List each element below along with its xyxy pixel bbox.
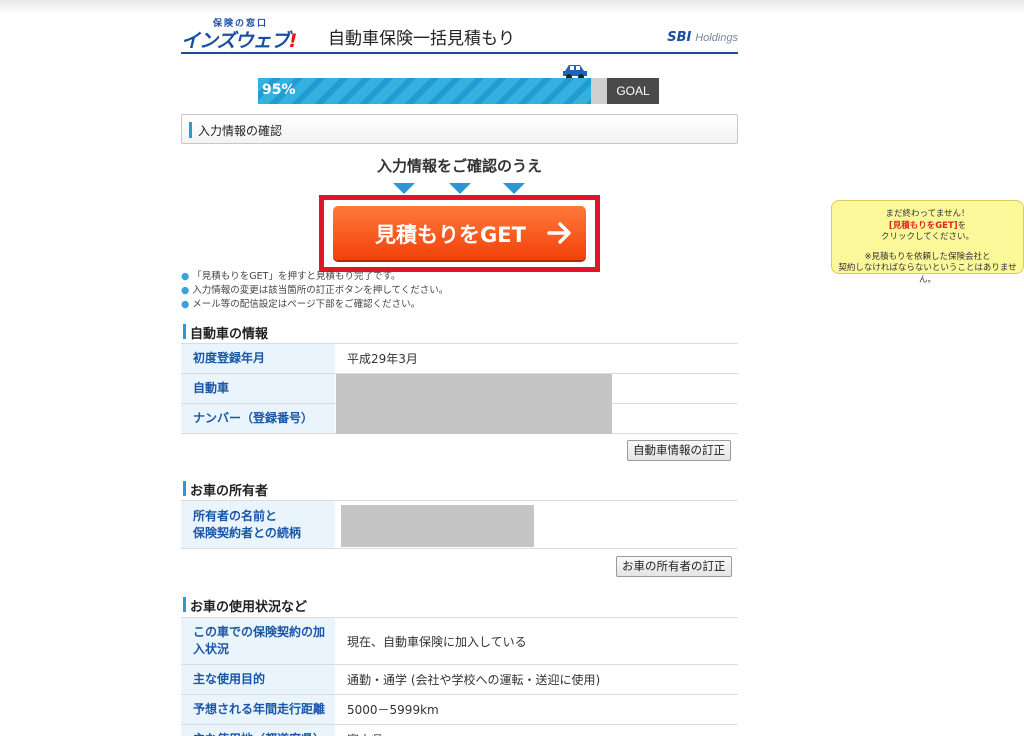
insweb-logo[interactable]: 保険の窓口 インズウェブ! — [181, 14, 301, 53]
row-label: 所有者の名前と 保険契約者との続柄 — [181, 500, 335, 549]
edit-car-info-button[interactable]: 自動車情報の訂正 — [627, 440, 731, 461]
get-quote-button[interactable]: 見積もりをGET — [333, 206, 586, 260]
sbi-holdings-text: Holdings — [695, 32, 738, 44]
usage-section-title: お車の使用状況など — [181, 595, 738, 615]
row-label: ナンバー（登録番号） — [181, 403, 335, 434]
down-arrow-icon — [393, 183, 415, 194]
site-header: 保険の窓口 インズウェブ! 自動車保険一括見積もり SBI Holdings — [181, 14, 738, 54]
row-label: この車での保険契約の加 入状況 — [181, 617, 335, 665]
browser-top-strip — [0, 0, 1024, 12]
section-marker — [183, 597, 186, 612]
progress-goal-label: GOAL — [607, 78, 659, 104]
bullet-icon: ● — [181, 285, 190, 296]
sbi-holdings-logo: SBI Holdings — [667, 30, 738, 45]
logo-name: インズウェブ — [181, 30, 290, 52]
down-arrow-icon — [503, 183, 525, 194]
confirm-prompt: 入力情報をご確認のうえ — [376, 157, 542, 175]
row-value: 5000－5999km — [335, 694, 738, 725]
progress-percent: 95% — [262, 82, 296, 98]
edit-owner-button[interactable]: お車の所有者の訂正 — [616, 556, 732, 577]
confirm-notes: ● 「見積もりをGET」を押すと見積もり完了です。 ● 入力情報の変更は該当箇所の訂… — [181, 270, 448, 312]
logo-exclamation: ! — [288, 30, 298, 52]
progress-bar-fill — [258, 78, 591, 104]
owner-section-title: お車の所有者 — [181, 479, 738, 499]
down-arrow-icon — [449, 183, 471, 194]
tooltip-highlight: [見積もりをGET] — [888, 220, 958, 231]
logo-text: インズウェブ! — [181, 26, 298, 53]
row-value: 平成29年3月 — [335, 343, 738, 374]
table-row: 主な使用目的 通勤・通学 (会社や学校への運転・送迎に使用) — [181, 664, 738, 695]
section-marker — [189, 122, 192, 138]
table-row: 初度登録年月 平成29年3月 — [181, 343, 738, 374]
sbi-mark: SBI — [667, 30, 692, 45]
get-quote-label: 見積もりをGET — [375, 223, 526, 247]
note-item: ● メール等の配信設定はページ下部をご確認ください。 — [181, 299, 421, 310]
row-value: 通勤・通学 (会社や学校への運転・送迎に使用) — [335, 664, 738, 695]
table-row: 予想される年間走行距離 5000－5999km — [181, 694, 738, 725]
section-marker — [183, 481, 186, 496]
redacted-block — [336, 374, 612, 434]
table-row: この車での保険契約の加 入状況 現在、自動車保険に加入している — [181, 617, 738, 665]
bullet-icon: ● — [181, 271, 190, 282]
usage-info-table: この車での保険契約の加 入状況 現在、自動車保険に加入している 主な使用目的 通… — [181, 617, 738, 736]
confirm-section-title: 入力情報の確認 — [198, 124, 283, 138]
note-item: ● 入力情報の変更は該当箇所の訂正ボタンを押してください。 — [181, 285, 449, 296]
confirm-section-header: 入力情報の確認 — [181, 114, 738, 144]
row-label: 自動車 — [181, 373, 335, 404]
row-label: 主な使用目的 — [181, 664, 335, 695]
redacted-block — [341, 505, 534, 547]
row-value: 現在、自動車保険に加入している — [335, 617, 738, 665]
page-title: 自動車保険一括見積もり — [328, 29, 515, 49]
arrow-right-icon — [547, 222, 571, 244]
note-item: ● 「見積もりをGET」を押すと見積もり完了です。 — [181, 271, 401, 282]
table-row: 主な使用地（都道府県） 富山県 — [181, 724, 738, 736]
bullet-icon: ● — [181, 299, 190, 310]
row-value: 富山県 — [335, 724, 738, 736]
section-marker — [183, 324, 186, 339]
row-label: 主な使用地（都道府県） — [181, 724, 335, 736]
down-arrows — [393, 183, 527, 195]
row-label: 予想される年間走行距離 — [181, 694, 335, 725]
reminder-tooltip: まだ終わってません！ [見積もりをGET]を クリックしてください。 ※見積もり… — [831, 200, 1024, 285]
progress-bar: 95% — [258, 78, 608, 104]
car-info-section-title: 自動車の情報 — [181, 322, 738, 342]
row-label: 初度登録年月 — [181, 343, 335, 374]
